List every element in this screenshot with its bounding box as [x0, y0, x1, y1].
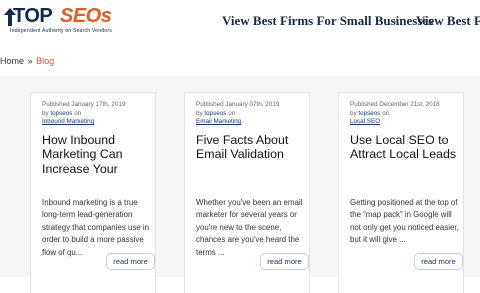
breadcrumb-current: Blog — [36, 56, 55, 66]
post-date: Published December 21st, 2018 — [350, 101, 440, 108]
post-on-label: on — [74, 109, 82, 117]
breadcrumb: Home » Blog — [0, 53, 54, 69]
logo-text-top: TOP — [13, 5, 53, 27]
blog-post-list: Published January 17th, 2019 by topseos … — [0, 76, 480, 293]
post-by-label: by — [42, 109, 49, 117]
post-excerpt: Inbound marketing is a true long-term le… — [42, 198, 150, 257]
post-author-link[interactable]: topseos — [50, 110, 72, 117]
post-card: Published January 07th, 2019 by topseos … — [184, 92, 310, 293]
post-meta: Published January 17th, 2019 by topseos … — [42, 101, 152, 127]
post-by-label: by — [196, 109, 203, 117]
post-by-label: by — [350, 109, 357, 117]
post-title-link[interactable]: Use Local SEO to Attract Local Leads — [350, 133, 462, 177]
post-title-link[interactable]: How Inbound Marketing Can Increase Your — [42, 133, 154, 177]
post-date: Published January 07th, 2019 — [196, 101, 280, 108]
post-card: Published January 17th, 2019 by topseos … — [30, 92, 156, 293]
post-on-label: on — [228, 109, 236, 117]
post-author-link[interactable]: topseos — [358, 110, 380, 117]
breadcrumb-home-link[interactable]: Home — [0, 56, 24, 66]
post-card: Published December 21st, 2018 by topseos… — [338, 92, 464, 293]
post-meta: Published January 07th, 2019 by topseos … — [196, 101, 306, 127]
post-category-link[interactable]: Email Marketing — [196, 118, 306, 127]
post-category-link[interactable]: Local SEO — [350, 118, 460, 127]
logo-text-seos: SEOs — [60, 5, 112, 27]
read-more-button[interactable]: read more — [260, 253, 309, 270]
post-meta: Published December 21st, 2018 by topseos… — [350, 101, 460, 127]
post-author-link[interactable]: topseos — [204, 110, 226, 117]
breadcrumb-separator: » — [27, 56, 33, 66]
post-category-link[interactable]: Inbound Marketing — [42, 118, 152, 127]
post-excerpt: Whether you've been an email marketer fo… — [196, 198, 303, 257]
read-more-button[interactable]: read more — [106, 253, 155, 270]
post-date: Published January 17th, 2019 — [42, 101, 126, 108]
site-header: TOP SEOs Independent Authority on Search… — [0, 0, 480, 42]
nav-best-firms-small-businesses[interactable]: View Best Firms For Small Businesses — [222, 13, 433, 29]
post-on-label: on — [382, 109, 390, 117]
post-excerpt: Getting positioned at the top of the “ma… — [350, 198, 459, 245]
topseos-logo[interactable]: TOP SEOs Independent Authority on Search… — [4, 5, 114, 37]
nav-best-firm[interactable]: View Best Firm — [416, 13, 480, 29]
logo-tagline: Independent Authority on Search Vendors — [10, 28, 112, 34]
chevron-down-icon[interactable]: ⌄ — [392, 15, 399, 24]
post-title-link[interactable]: Five Facts About Email Validation — [196, 133, 308, 177]
read-more-button[interactable]: read more — [414, 253, 463, 270]
